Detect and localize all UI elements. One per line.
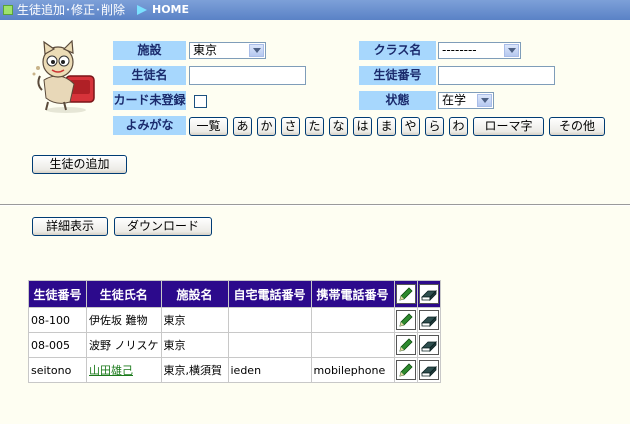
pencil-icon xyxy=(395,284,416,304)
yomigana-label: よみがな xyxy=(113,116,186,135)
cell-student-number: seitono xyxy=(28,357,87,383)
student-table: 生徒番号 生徒氏名 施設名 自宅電話番号 携帯電話番号 08-100 伊佐坂 難… xyxy=(28,280,441,383)
detail-view-button[interactable]: 詳細表示 xyxy=(32,217,108,236)
cell-mobile-phone xyxy=(310,307,395,333)
column-header-facility: 施設名 xyxy=(160,280,229,308)
cell-edit xyxy=(393,332,418,358)
cell-student-number: 08-100 xyxy=(28,307,87,333)
cell-student-name: 伊佐坂 難物 xyxy=(86,307,162,333)
kana-button-ma[interactable]: ま xyxy=(377,117,396,136)
eraser-icon[interactable] xyxy=(418,360,439,380)
chevron-down-icon[interactable] xyxy=(249,44,264,57)
kana-button-ya[interactable]: や xyxy=(401,117,420,136)
add-student-button[interactable]: 生徒の追加 xyxy=(32,155,127,174)
divider-highlight xyxy=(0,205,630,206)
column-header-home-phone: 自宅電話番号 xyxy=(227,280,312,308)
cell-facility: 東京 xyxy=(160,332,229,358)
facility-select-value: 東京 xyxy=(193,43,218,57)
kana-button-ta[interactable]: た xyxy=(305,117,324,136)
card-unregistered-label: カード未登録 xyxy=(113,91,186,110)
class-label: クラス名 xyxy=(359,41,436,60)
table-header-row: 生徒番号 生徒氏名 施設名 自宅電話番号 携帯電話番号 xyxy=(28,280,441,308)
table-row: 08-005 波野 ノリスケ 東京 xyxy=(28,332,441,358)
kana-button-other[interactable]: その他 xyxy=(549,117,605,136)
cell-student-name: 山田雄己 xyxy=(86,357,162,383)
kana-button-ra[interactable]: ら xyxy=(425,117,444,136)
facility-select[interactable]: 東京 xyxy=(189,42,266,59)
arrow-right-icon xyxy=(137,5,147,15)
cell-facility: 東京 xyxy=(160,307,229,333)
student-name-input[interactable] xyxy=(189,66,306,85)
student-name-label: 生徒名 xyxy=(113,66,186,85)
facility-label: 施設 xyxy=(113,41,186,60)
card-unregistered-checkbox[interactable] xyxy=(194,95,207,108)
status-label: 状態 xyxy=(359,91,436,110)
kana-button-all[interactable]: 一覧 xyxy=(189,117,228,136)
cell-student-number: 08-005 xyxy=(28,332,87,358)
column-header-mobile-phone: 携帯電話番号 xyxy=(310,280,395,308)
student-number-label: 生徒番号 xyxy=(359,66,436,85)
table-row: seitono 山田雄己 東京,横須賀 ieden mobilephone xyxy=(28,357,441,383)
kana-button-ka[interactable]: か xyxy=(257,117,276,136)
cat-mascot-icon xyxy=(32,40,95,113)
status-select-value: 在学 xyxy=(442,93,467,107)
chevron-down-icon[interactable] xyxy=(504,44,519,57)
cell-delete xyxy=(416,332,441,358)
pencil-icon[interactable] xyxy=(395,310,416,330)
eraser-icon[interactable] xyxy=(418,335,439,355)
column-header-student-name: 生徒氏名 xyxy=(86,280,162,308)
kana-button-a[interactable]: あ xyxy=(233,117,252,136)
cell-delete xyxy=(416,357,441,383)
square-bullet-icon xyxy=(3,5,13,15)
cell-delete xyxy=(416,307,441,333)
home-link[interactable]: HOME xyxy=(152,0,189,20)
pencil-icon[interactable] xyxy=(395,360,416,380)
column-header-edit xyxy=(393,280,418,308)
class-select[interactable]: -------- xyxy=(438,42,521,59)
table-row: 08-100 伊佐坂 難物 東京 xyxy=(28,307,441,333)
status-select[interactable]: 在学 xyxy=(438,92,494,109)
class-select-value: -------- xyxy=(442,43,477,57)
eraser-icon[interactable] xyxy=(418,310,439,330)
cell-home-phone: ieden xyxy=(227,357,312,383)
cell-facility: 東京,横須賀 xyxy=(160,357,229,383)
chevron-down-icon[interactable] xyxy=(477,94,492,107)
student-number-input[interactable] xyxy=(438,66,555,85)
kana-button-romaji[interactable]: ローマ字 xyxy=(473,117,544,136)
cell-home-phone xyxy=(227,332,312,358)
eraser-icon xyxy=(418,284,439,304)
column-header-delete xyxy=(416,280,441,308)
page-title: 生徒追加･修正･削除 xyxy=(17,3,126,17)
kana-button-na[interactable]: な xyxy=(329,117,348,136)
column-header-student-number: 生徒番号 xyxy=(28,280,87,308)
cell-edit xyxy=(393,357,418,383)
student-name-link[interactable]: 山田雄己 xyxy=(89,364,133,377)
kana-button-wa[interactable]: わ xyxy=(449,117,468,136)
cell-mobile-phone xyxy=(310,332,395,358)
pencil-icon[interactable] xyxy=(395,335,416,355)
title-bar: 生徒追加･修正･削除 HOME xyxy=(0,0,630,20)
kana-button-sa[interactable]: さ xyxy=(281,117,300,136)
cell-mobile-phone: mobilephone xyxy=(310,357,395,383)
cell-edit xyxy=(393,307,418,333)
download-button[interactable]: ダウンロード xyxy=(114,217,212,236)
cell-student-name: 波野 ノリスケ xyxy=(86,332,162,358)
kana-button-ha[interactable]: は xyxy=(353,117,372,136)
cell-home-phone xyxy=(227,307,312,333)
